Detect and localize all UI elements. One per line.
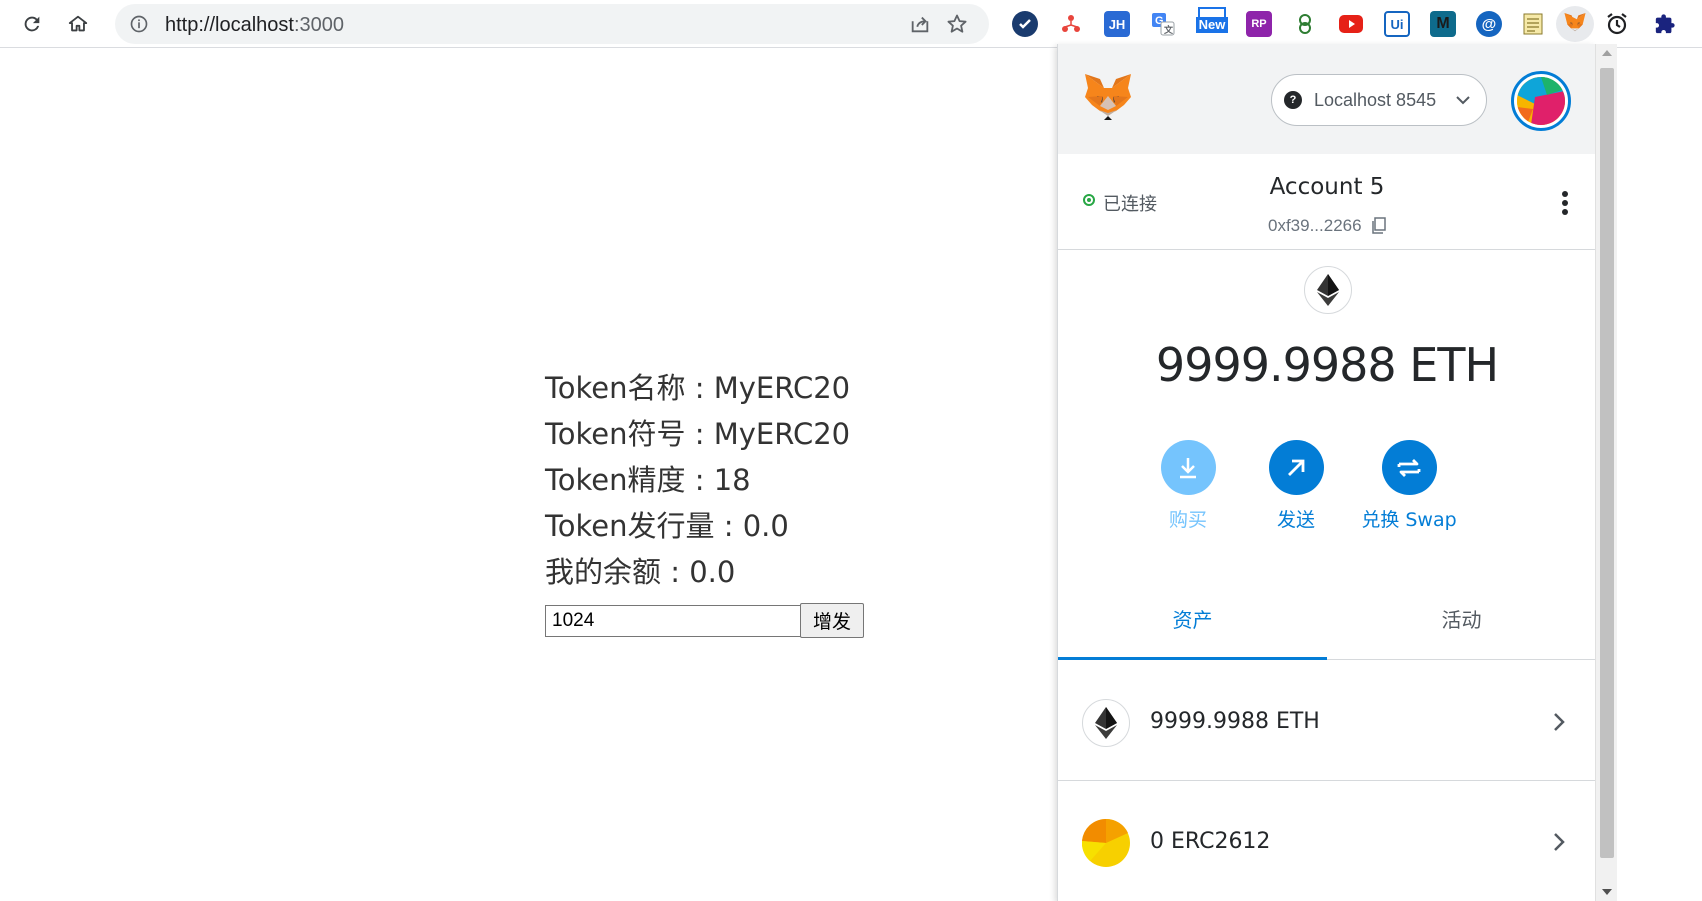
address-bar[interactable]: http://localhost:3000 xyxy=(115,4,989,44)
tab-assets[interactable]: 资产 xyxy=(1058,592,1327,660)
youtube-icon[interactable] xyxy=(1338,11,1364,37)
account-name: Account 5 xyxy=(1269,174,1385,200)
new-extension-icon[interactable]: New xyxy=(1194,7,1230,33)
svg-text:文: 文 xyxy=(1163,24,1174,36)
metamask-header: ? Localhost 8545 xyxy=(1058,44,1595,154)
share-icon[interactable] xyxy=(909,13,931,35)
swap-label: 兑换 Swap xyxy=(1361,509,1457,531)
buy-label: 购买 xyxy=(1168,509,1207,531)
m-extension-icon[interactable]: M xyxy=(1430,11,1456,37)
url-text: http://localhost:3000 xyxy=(165,14,345,36)
copy-icon[interactable] xyxy=(1371,217,1387,234)
token-name-row: Token名称 : MyERC20 xyxy=(545,371,851,405)
eth-balance: 9999.9988 ETH xyxy=(1155,338,1499,392)
jh-extension-icon[interactable]: JH xyxy=(1104,11,1130,37)
asset-row-eth[interactable]: 9999.9988 ETH xyxy=(1058,661,1595,781)
send-label: 发送 xyxy=(1276,509,1315,531)
reload-button[interactable] xyxy=(16,8,48,40)
eth-icon xyxy=(1082,699,1130,747)
jazzicon-icon xyxy=(1517,77,1565,125)
scroll-down-icon[interactable] xyxy=(1602,889,1612,895)
scroll-up-icon[interactable] xyxy=(1602,50,1612,56)
reload-icon xyxy=(24,16,40,32)
check-icon[interactable] xyxy=(1012,11,1038,37)
asset-tabs: 资产 活动 xyxy=(1058,592,1595,660)
account-bar: 已连接 Account 5 0xf39...2266 xyxy=(1058,154,1595,250)
swap-icon xyxy=(1381,440,1437,495)
network-selector[interactable]: ? Localhost 8545 xyxy=(1271,74,1487,126)
network-icon[interactable] xyxy=(1058,11,1084,37)
alarm-icon[interactable] xyxy=(1604,11,1630,37)
eth-logo xyxy=(1304,266,1352,314)
account-address[interactable]: 0xf39...2266 xyxy=(1268,216,1362,236)
network-icon: ? xyxy=(1284,91,1302,109)
mint-button[interactable]: 增发 xyxy=(800,603,864,638)
rp-extension-icon[interactable]: RP xyxy=(1246,11,1272,37)
send-button[interactable]: 发送 xyxy=(1241,440,1351,532)
asset-row-erc2612[interactable]: 0 ERC2612 xyxy=(1058,781,1595,901)
arrow-up-right-icon xyxy=(1268,440,1324,495)
asset-label: 9999.9988 ETH xyxy=(1150,709,1320,734)
token-icon xyxy=(1081,818,1130,867)
translate-icon[interactable]: G文 xyxy=(1150,11,1176,37)
star-icon[interactable] xyxy=(945,12,969,36)
swap-button[interactable]: 兑换 Swap xyxy=(1349,440,1469,532)
download-icon xyxy=(1160,440,1216,495)
token-supply-row: Token发行量 : 0.0 xyxy=(545,509,789,543)
popup-scrollbar[interactable] xyxy=(1595,44,1617,901)
metamask-icon[interactable] xyxy=(1556,6,1594,42)
ui-extension-icon[interactable]: Ui xyxy=(1384,11,1410,37)
info-icon[interactable] xyxy=(129,14,149,34)
brain-icon[interactable] xyxy=(1292,11,1318,37)
puzzle-icon[interactable] xyxy=(1652,11,1678,37)
buy-button[interactable]: 购买 xyxy=(1133,440,1243,532)
token-info: Token名称 : MyERC20 Token符号 : MyERC20 Toke… xyxy=(545,365,850,595)
metamask-popup: ? Localhost 8545 已连接 Account 5 0xf39...2… xyxy=(1057,44,1595,901)
token-decimals-row: Token精度 : 18 xyxy=(545,463,751,497)
asset-label: 0 ERC2612 xyxy=(1150,829,1271,854)
browser-toolbar: http://localhost:3000 JH G文 New RP Ui M … xyxy=(0,0,1702,48)
home-icon xyxy=(68,15,88,32)
notes-icon[interactable] xyxy=(1520,11,1546,37)
extensions-bar: JH G文 New RP Ui M @ xyxy=(1002,3,1702,45)
account-avatar[interactable] xyxy=(1511,71,1571,131)
at-extension-icon[interactable]: @ xyxy=(1476,11,1502,37)
scrollbar-thumb[interactable] xyxy=(1600,68,1614,858)
mint-amount-input[interactable] xyxy=(545,605,801,637)
tab-activity[interactable]: 活动 xyxy=(1327,592,1595,660)
kebab-menu-icon[interactable] xyxy=(1561,190,1569,216)
token-symbol-row: Token符号 : MyERC20 xyxy=(545,417,851,451)
my-balance-row: 我的余额 : 0.0 xyxy=(545,555,736,589)
chevron-right-icon xyxy=(1554,833,1565,851)
chevron-down-icon xyxy=(1456,96,1470,105)
home-button[interactable] xyxy=(62,8,94,40)
network-label: Localhost 8545 xyxy=(1314,89,1437,110)
metamask-fox-logo xyxy=(1085,74,1131,120)
chevron-right-icon xyxy=(1554,713,1565,731)
eth-icon xyxy=(1317,274,1339,306)
